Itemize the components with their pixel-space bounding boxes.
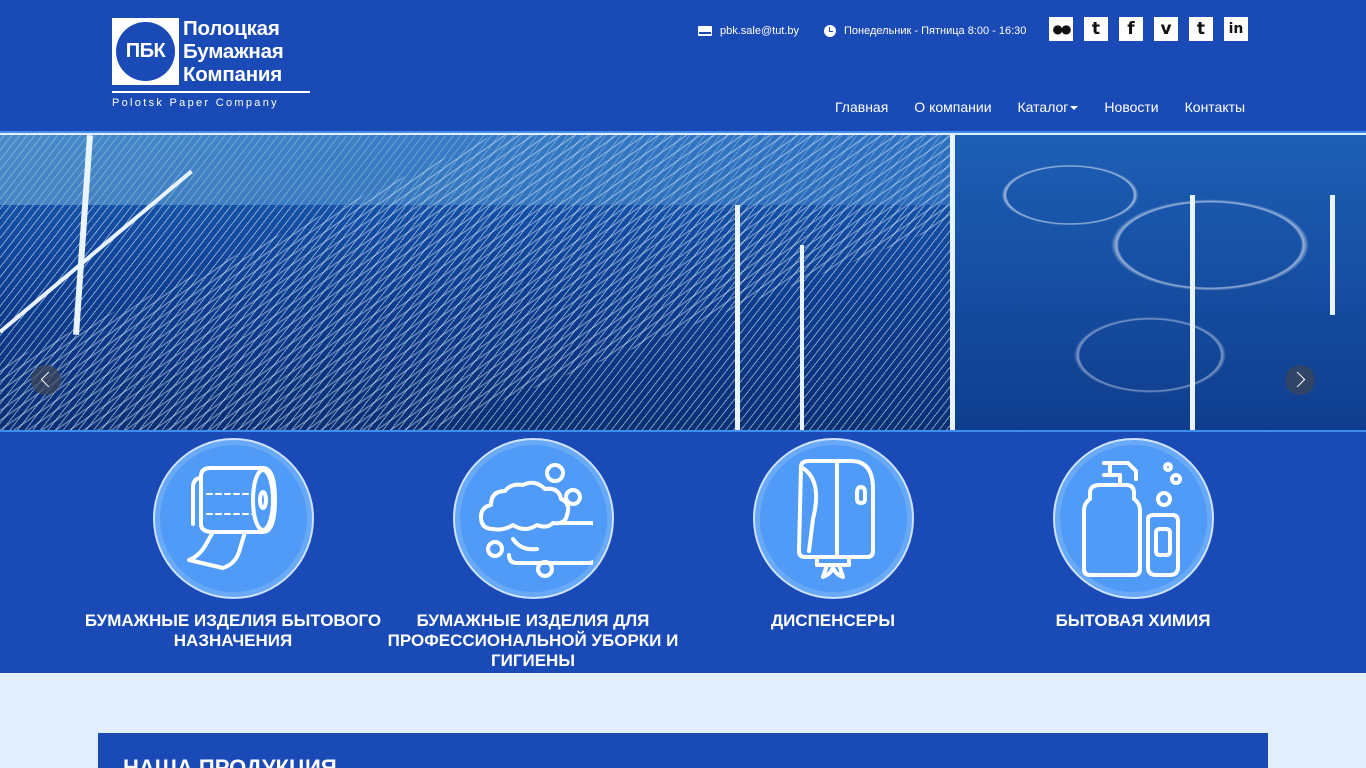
slide-frame-line bbox=[735, 205, 740, 430]
category-dispensers[interactable]: Диспенсеры bbox=[683, 438, 983, 631]
category-circle bbox=[152, 438, 314, 599]
nav-about[interactable]: О компании bbox=[901, 99, 1004, 115]
slider-prev-button[interactable] bbox=[31, 365, 61, 395]
hours-text: Понедельник - Пятница 8:00 - 16:30 bbox=[844, 25, 1027, 37]
soap-foam-icon bbox=[479, 462, 593, 578]
products-title: НАША ПРОДУКЦИЯ bbox=[123, 755, 337, 768]
site-header: ПБК Полоцкая Бумажная Компания Polotsk P… bbox=[0, 0, 1366, 133]
slide-frame-line bbox=[800, 245, 804, 430]
category-professional-paper[interactable]: Бумажные изделия для профессиональной уб… bbox=[383, 438, 683, 671]
category-circle bbox=[1052, 438, 1214, 599]
category-household-paper[interactable]: Бумажные изделия бытового назначения bbox=[83, 438, 383, 651]
email-text: pbk.sale@tut.by bbox=[720, 25, 800, 37]
category-title: Бумажные изделия для профессиональной уб… bbox=[387, 611, 679, 670]
slider-next-button[interactable] bbox=[1285, 365, 1315, 395]
tumblr-icon[interactable]: t bbox=[1189, 17, 1213, 41]
company-logo[interactable]: ПБК Полоцкая Бумажная Компания Polotsk P… bbox=[112, 17, 314, 112]
products-section: НАША ПРОДУКЦИЯ bbox=[98, 733, 1268, 768]
nav-contacts[interactable]: Контакты bbox=[1172, 99, 1258, 115]
detergent-bottle-icon bbox=[1082, 460, 1182, 577]
nav-catalog-label: Каталог bbox=[1017, 99, 1069, 115]
chevron-down-icon bbox=[1070, 106, 1079, 111]
nav-catalog[interactable]: Каталог bbox=[1005, 99, 1092, 115]
logo-line-3: Компания bbox=[183, 63, 283, 86]
category-circle bbox=[452, 438, 614, 599]
social-links: ●● t f v t in bbox=[1049, 17, 1248, 41]
dispenser-icon bbox=[797, 458, 875, 579]
toilet-paper-icon bbox=[187, 465, 277, 570]
slide-frame-line bbox=[950, 135, 955, 430]
logo-badge: ПБК bbox=[112, 18, 179, 85]
envelope-icon bbox=[698, 26, 712, 37]
logo-badge-text: ПБК bbox=[116, 22, 175, 81]
main-nav: Главная О компании Каталог Новости Конта… bbox=[822, 99, 1258, 115]
nav-home[interactable]: Главная bbox=[822, 99, 901, 115]
clock-icon bbox=[824, 25, 836, 38]
category-strip: Бумажные изделия бытового назначения Бум… bbox=[0, 430, 1366, 673]
linkedin-icon[interactable]: in bbox=[1224, 17, 1248, 41]
logo-divider bbox=[112, 91, 310, 93]
slide-frame-line bbox=[1190, 195, 1195, 430]
slide-frame-line bbox=[1330, 195, 1335, 315]
logo-subtitle: Polotsk Paper Company bbox=[112, 97, 279, 109]
nav-news[interactable]: Новости bbox=[1091, 99, 1171, 115]
category-circle bbox=[752, 438, 914, 599]
logo-title: Полоцкая Бумажная Компания bbox=[183, 17, 284, 86]
category-title: Бытовая химия bbox=[1055, 611, 1211, 630]
category-title: Диспенсеры bbox=[770, 611, 896, 630]
hero-slider bbox=[0, 135, 1366, 430]
facebook-icon[interactable]: f bbox=[1119, 17, 1143, 41]
category-household-chemicals[interactable]: Бытовая химия bbox=[983, 438, 1283, 631]
logo-line-2: Бумажная bbox=[183, 40, 284, 63]
contact-email[interactable]: pbk.sale@tut.by bbox=[698, 25, 799, 37]
logo-line-1: Полоцкая bbox=[183, 17, 280, 40]
working-hours: Понедельник - Пятница 8:00 - 16:30 bbox=[824, 25, 1027, 38]
flickr-icon[interactable]: ●● bbox=[1049, 17, 1073, 41]
twitter-icon[interactable]: t bbox=[1084, 17, 1108, 41]
vimeo-icon[interactable]: v bbox=[1154, 17, 1178, 41]
category-title: Бумажные изделия бытового назначения bbox=[84, 611, 382, 650]
